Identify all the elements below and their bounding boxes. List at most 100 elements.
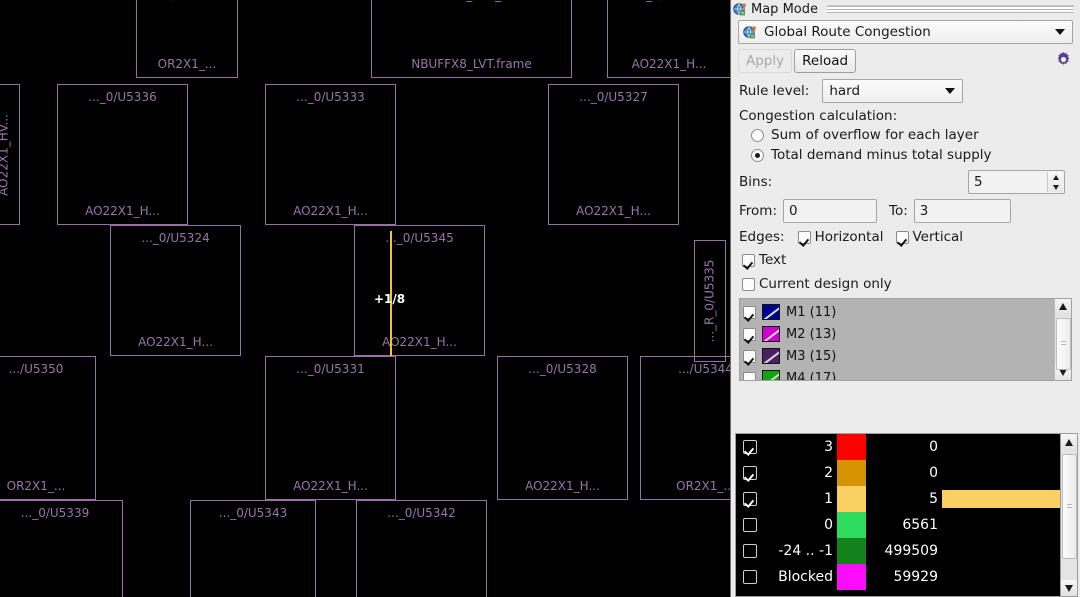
- layer-name-label: M2 (13): [786, 326, 837, 342]
- block-instance-label: ..._0/U5343: [218, 507, 288, 520]
- layout-block[interactable]: ..._0/U5343AO22X1_H: [190, 500, 316, 597]
- vertical-label: Vertical: [912, 229, 964, 245]
- from-input[interactable]: 0: [783, 199, 877, 223]
- legend-scrollbar[interactable]: [1060, 434, 1077, 596]
- bins-row: Bins: 5: [731, 165, 1080, 197]
- legend-row[interactable]: 15: [736, 486, 1060, 512]
- block-instance-label: AO22X1_HV...: [0, 113, 11, 196]
- bins-stepper[interactable]: 5: [968, 170, 1065, 194]
- block-cell-label: OR2X1_...: [6, 480, 66, 493]
- legend-bin-label: 0: [824, 517, 833, 533]
- layer-visibility-checkbox[interactable]: [743, 371, 756, 380]
- layer-name-label: M3 (15): [786, 348, 837, 364]
- scroll-up-button[interactable]: [1054, 299, 1071, 314]
- bins-value: 5: [974, 174, 983, 190]
- legend-row-checkbox[interactable]: [743, 570, 757, 584]
- block-instance-label: ..._0/U5331: [296, 363, 365, 376]
- to-value: 3: [919, 203, 929, 219]
- layout-block[interactable]: ..._0/U5333 AO22X1_H...: [265, 84, 396, 225]
- scroll-up-button[interactable]: [1060, 434, 1077, 450]
- block-instance-label: ..._0/U5339: [20, 507, 90, 520]
- legend-row-checkbox[interactable]: [743, 440, 757, 454]
- layout-block[interactable]: ..._0/U5339AO22X1_H: [0, 500, 123, 597]
- legend-color-swatch: [837, 512, 866, 538]
- layer-list-scrollbar[interactable]: [1054, 299, 1071, 380]
- map-mode-combo[interactable]: Global Route Congestion: [738, 20, 1073, 44]
- current-design-only-checkbox[interactable]: [742, 277, 755, 291]
- reload-button[interactable]: Reload: [794, 49, 857, 73]
- bins-decrement-button[interactable]: [1048, 182, 1063, 192]
- legend-color-swatch: [837, 564, 866, 590]
- scrollbar-track[interactable]: [1060, 450, 1077, 580]
- to-input[interactable]: 3: [913, 199, 1011, 223]
- horizontal-checkbox[interactable]: [797, 230, 811, 244]
- legend-row[interactable]: -24 .. -1 499509: [736, 538, 1060, 564]
- scrollbar-thumb[interactable]: [1055, 318, 1071, 370]
- layout-block[interactable]: ..._0/U5324 AO22X1_H...: [110, 225, 241, 356]
- legend-row[interactable]: 0 6561: [736, 512, 1060, 538]
- layer-list-item[interactable]: M3 (15): [743, 345, 1054, 367]
- layer-color-swatch: [762, 348, 780, 364]
- legend-row-checkbox[interactable]: [743, 518, 757, 532]
- block-instance-label: ..._0/U5327: [579, 91, 648, 104]
- legend-row-checkbox[interactable]: [743, 544, 757, 558]
- congestion-legend-table[interactable]: 3 0 2 0 1 5 0 6561 -24 .. -1 499509 Blocked 59929: [735, 433, 1078, 597]
- rule-level-select[interactable]: hard: [822, 79, 964, 103]
- layout-block[interactable]: ..._0/U5328 AO22X1_H...: [497, 356, 628, 500]
- layout-block[interactable]: ..._0/U5342AO22X1_H: [356, 500, 487, 597]
- layer-list-item[interactable]: M2 (13): [743, 323, 1054, 345]
- legend-row-checkbox[interactable]: [743, 466, 757, 480]
- radio-indicator: [751, 128, 764, 142]
- from-label: From:: [739, 203, 777, 219]
- legend-row-checkbox[interactable]: [743, 492, 757, 506]
- radio-total-demand-minus-supply[interactable]: Total demand minus total supply: [731, 145, 1080, 165]
- layout-block[interactable]: ..._0/U5327 AO22X1_H...: [548, 84, 679, 225]
- legend-row[interactable]: 30: [736, 434, 1060, 460]
- block-instance-label: ..._R_0/U5335: [703, 259, 717, 343]
- layout-block[interactable]: .../U5350 OR2X1_...: [0, 356, 96, 500]
- bins-increment-button[interactable]: [1048, 172, 1063, 182]
- panel-drag-grip[interactable]: [827, 5, 1074, 13]
- scrollbar-thumb[interactable]: [1061, 454, 1077, 559]
- layout-block[interactable]: ..._R_0/U5335: [694, 240, 726, 362]
- legend-bar-track: [942, 490, 1060, 508]
- layer-visibility-checkbox[interactable]: [743, 349, 756, 363]
- legend-row[interactable]: 20: [736, 460, 1060, 486]
- layer-visibility-checkbox[interactable]: [743, 327, 756, 341]
- layer-color-swatch: [762, 304, 780, 320]
- layer-list-item[interactable]: M4 (17): [743, 367, 1054, 380]
- vertical-checkbox[interactable]: [895, 230, 909, 244]
- radio-sum-of-overflow[interactable]: Sum of overflow for each layer: [731, 125, 1080, 145]
- block-instance-label: ..._0/U5333: [296, 91, 365, 104]
- block-cell-label: AO22X1_H...: [85, 205, 160, 218]
- layout-block[interactable]: .../U5338 OR2X1_...: [136, 0, 238, 78]
- legend-row[interactable]: Blocked 59929: [736, 564, 1060, 590]
- layer-visibility-checkbox[interactable]: [743, 305, 756, 319]
- layer-list[interactable]: M1 (11) M2 (13) M3 (15) M4 (17): [739, 298, 1072, 381]
- layout-block[interactable]: ..._0/U5334 AO22X1_H...: [607, 0, 731, 78]
- layout-block[interactable]: ..._0/U5336 AO22X1_H...: [57, 84, 188, 225]
- gear-icon[interactable]: [1055, 51, 1072, 72]
- block-instance-label: ..._0/U5328: [528, 363, 597, 376]
- text-checkbox[interactable]: [742, 253, 755, 267]
- current-design-only-label: Current design only: [759, 276, 892, 292]
- block-cell-label: AO22X1_H...: [576, 205, 651, 218]
- bins-stepper-buttons[interactable]: [1047, 172, 1063, 192]
- legend-bar: [942, 490, 1060, 508]
- scroll-down-button[interactable]: [1060, 580, 1077, 596]
- legend-bin-label: 2: [824, 465, 833, 481]
- layer-color-swatch: [762, 326, 780, 342]
- layout-block[interactable]: HFSBUF_495_521 NBUFFX8_LVT.frame: [371, 0, 572, 78]
- layout-canvas[interactable]: .../U5338 OR2X1_... HFSBUF_495_521 NBUFFX8_…: [0, 0, 731, 597]
- layer-list-item[interactable]: M1 (11): [743, 301, 1054, 323]
- block-cell-label: AO22X1_H...: [293, 205, 368, 218]
- legend-bin-label: -24 .. -1: [778, 543, 833, 559]
- layout-block[interactable]: ..._0/U5331 AO22X1_H...: [265, 356, 396, 500]
- scrollbar-track[interactable]: [1054, 314, 1071, 370]
- block-instance-label: HFSBUF_495_521: [372, 0, 571, 2]
- edges-row: Edges: Horizontal Vertical: [731, 226, 1080, 248]
- layout-block[interactable]: ..._0/U5345 AO22X1_H...: [354, 225, 485, 356]
- layout-block[interactable]: .../U5344 OR2X1_...: [640, 356, 731, 500]
- apply-button[interactable]: Apply: [738, 49, 793, 73]
- layout-block[interactable]: AO22X1_HV...: [0, 84, 20, 225]
